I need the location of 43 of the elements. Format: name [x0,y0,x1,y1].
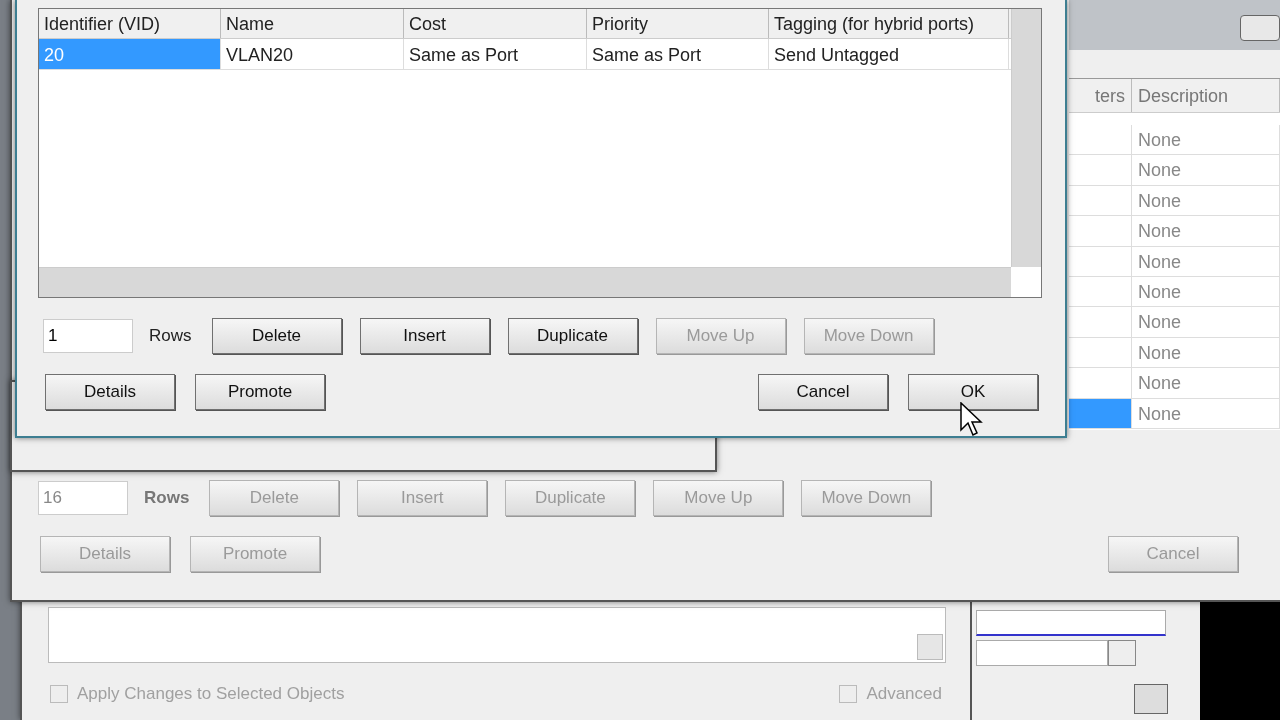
table-cell[interactable]: VLAN20 [221,39,404,69]
column-header[interactable]: ters [1069,79,1132,112]
mouse-cursor-icon [960,402,984,438]
rows-field[interactable]: 1 [43,319,133,353]
table-cell: None [1132,398,1280,428]
rows-field[interactable]: 16 [38,481,128,515]
rows-label: Rows [144,487,190,510]
row-selector[interactable] [1069,398,1132,428]
table-cell[interactable]: Send Untagged [769,39,1009,69]
button[interactable]: Delete [211,318,342,354]
column-header[interactable]: Cost [404,9,587,38]
table-cell: None [1132,155,1280,185]
column-header[interactable]: Description [1132,79,1280,112]
button[interactable]: Insert [359,318,490,354]
checkbox-label: Apply Changes to Selected Objects [77,683,345,705]
table-cell: None [1132,125,1280,155]
column-header[interactable]: Priority [587,9,769,38]
text-area[interactable] [48,607,946,663]
vertical-scrollbar[interactable] [1011,9,1041,267]
column-header[interactable]: Identifier (VID) [39,9,221,38]
table-cell[interactable]: Same as Port [587,39,769,69]
table-cell: None [1132,216,1280,246]
button[interactable]: Details [45,374,175,410]
button[interactable]: Duplicate [507,318,638,354]
table-cell[interactable]: Same as Port [404,39,587,69]
column-header[interactable]: Name [221,9,404,38]
rows-label: Rows [149,325,192,348]
table-cell: None [1132,337,1280,368]
table-cell: None [1132,185,1280,216]
button[interactable]: Promote [195,374,325,410]
button[interactable]: OK [908,374,1038,410]
column-header[interactable]: Tagging (for hybrid ports) [769,9,1009,38]
input-field[interactable] [976,640,1108,666]
arrow-button[interactable] [1108,640,1136,666]
table-cell: None [1132,276,1280,307]
checkbox-label: Advanced [866,683,942,705]
table-cell: None [1132,307,1280,337]
minimize-button[interactable] [1240,15,1280,41]
button[interactable]: Cancel [758,374,888,410]
dropdown-field[interactable] [976,610,1166,636]
table-cell: None [1132,368,1280,398]
table-cell: None [1132,246,1280,276]
horizontal-scrollbar[interactable] [39,267,1011,297]
